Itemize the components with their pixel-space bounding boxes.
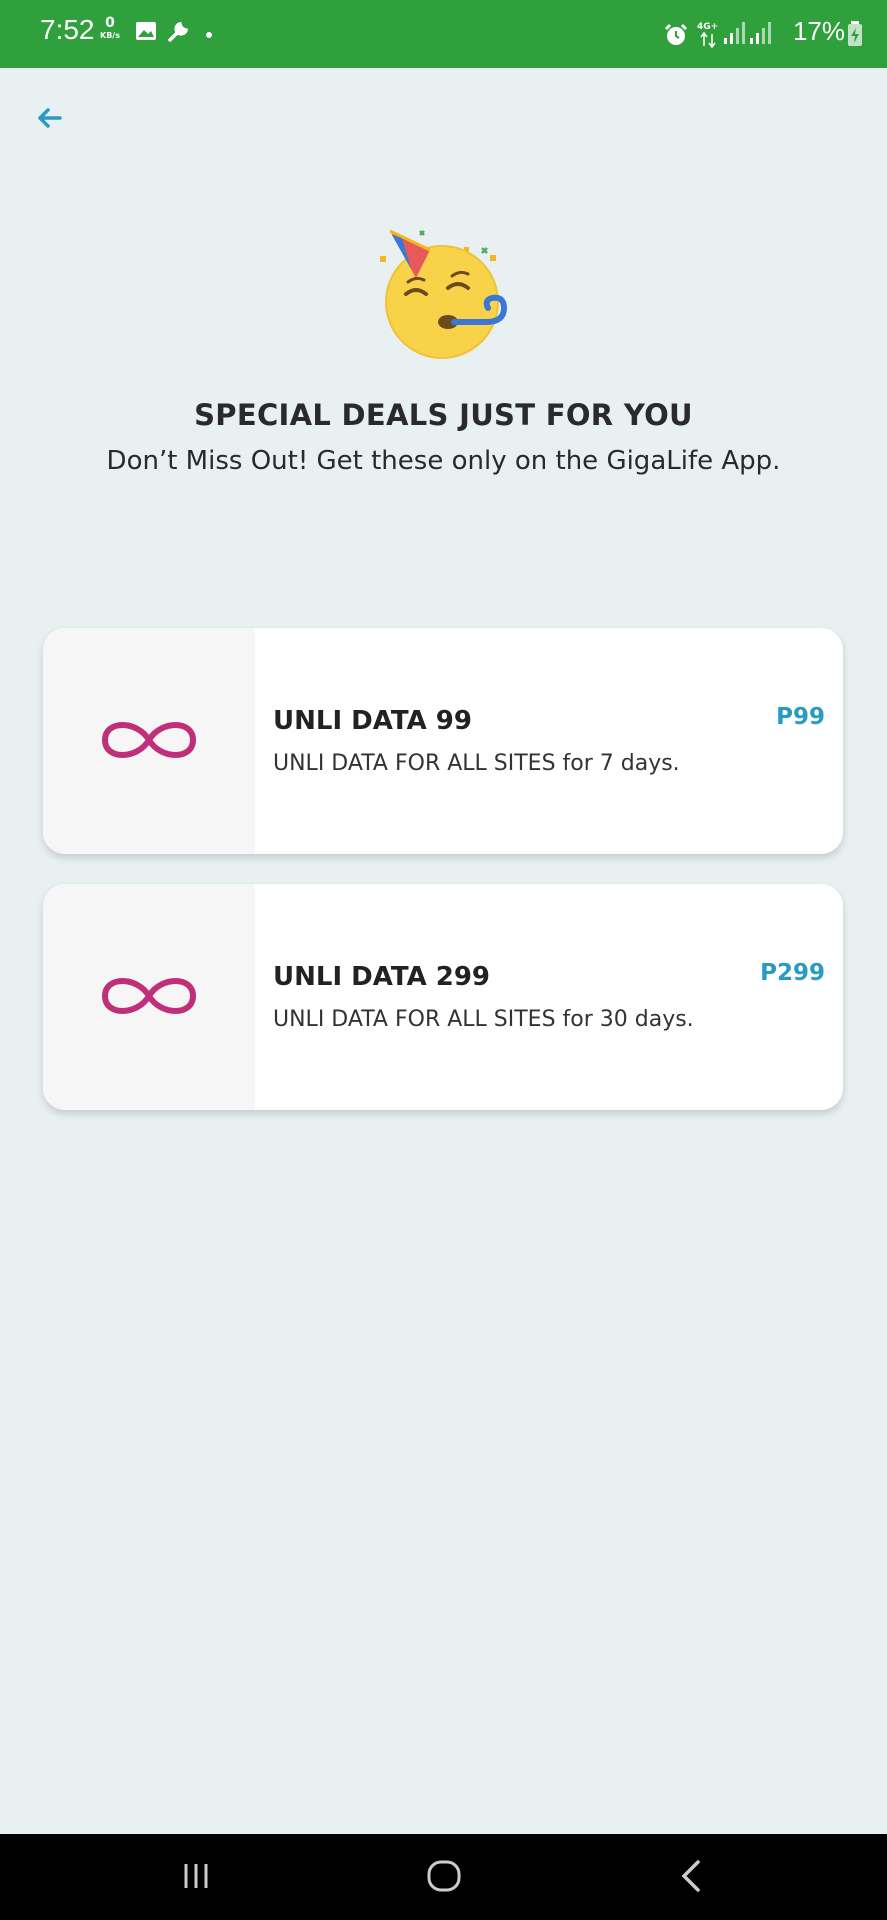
deal-icon-pane bbox=[43, 628, 255, 854]
deal-price: P299 bbox=[760, 960, 825, 986]
battery-percent: 17% bbox=[792, 16, 845, 46]
status-bar: 7:52 0 KB/s 4G+ 17% bbox=[0, 0, 887, 68]
deal-icon-pane bbox=[43, 884, 255, 1110]
back-icon[interactable] bbox=[672, 1856, 712, 1896]
deal-title: UNLI DATA 299 bbox=[273, 962, 491, 992]
dot-icon bbox=[206, 32, 212, 38]
system-nav-bar bbox=[0, 1834, 887, 1920]
deal-description: UNLI DATA FOR ALL SITES for 7 days. bbox=[273, 751, 680, 776]
data-rate-unit: KB/s bbox=[100, 31, 120, 40]
back-arrow-icon[interactable] bbox=[30, 100, 70, 140]
partying-face-icon bbox=[380, 229, 508, 359]
deal-description: UNLI DATA FOR ALL SITES for 30 days. bbox=[273, 1007, 694, 1032]
battery-charging-icon bbox=[848, 21, 862, 46]
deal-title: UNLI DATA 99 bbox=[273, 706, 472, 736]
alarm-icon bbox=[664, 23, 688, 45]
signal-icon bbox=[750, 22, 771, 44]
page-title: SPECIAL DEALS JUST FOR YOU bbox=[194, 398, 693, 432]
data-rate: 0 KB/s bbox=[100, 15, 120, 41]
infinity-icon bbox=[101, 978, 197, 1014]
home-icon[interactable] bbox=[424, 1856, 464, 1896]
status-time: 7:52 bbox=[40, 14, 95, 45]
deal-price: P99 bbox=[776, 704, 825, 730]
signal-icon bbox=[724, 22, 745, 44]
recent-apps-icon[interactable] bbox=[176, 1856, 216, 1896]
svg-text:4G+: 4G+ bbox=[697, 22, 718, 32]
deal-card-unli-data-99[interactable]: UNLI DATA 99 UNLI DATA FOR ALL SITES for… bbox=[43, 628, 843, 854]
data-rate-value: 0 bbox=[105, 15, 115, 31]
4g-icon: 4G+ bbox=[697, 22, 718, 48]
wrench-icon bbox=[168, 21, 189, 42]
deal-card-unli-data-299[interactable]: UNLI DATA 299 UNLI DATA FOR ALL SITES fo… bbox=[43, 884, 843, 1110]
infinity-icon bbox=[101, 722, 197, 758]
image-icon bbox=[136, 22, 156, 40]
page-subtitle: Don’t Miss Out! Get these only on the Gi… bbox=[106, 446, 781, 476]
